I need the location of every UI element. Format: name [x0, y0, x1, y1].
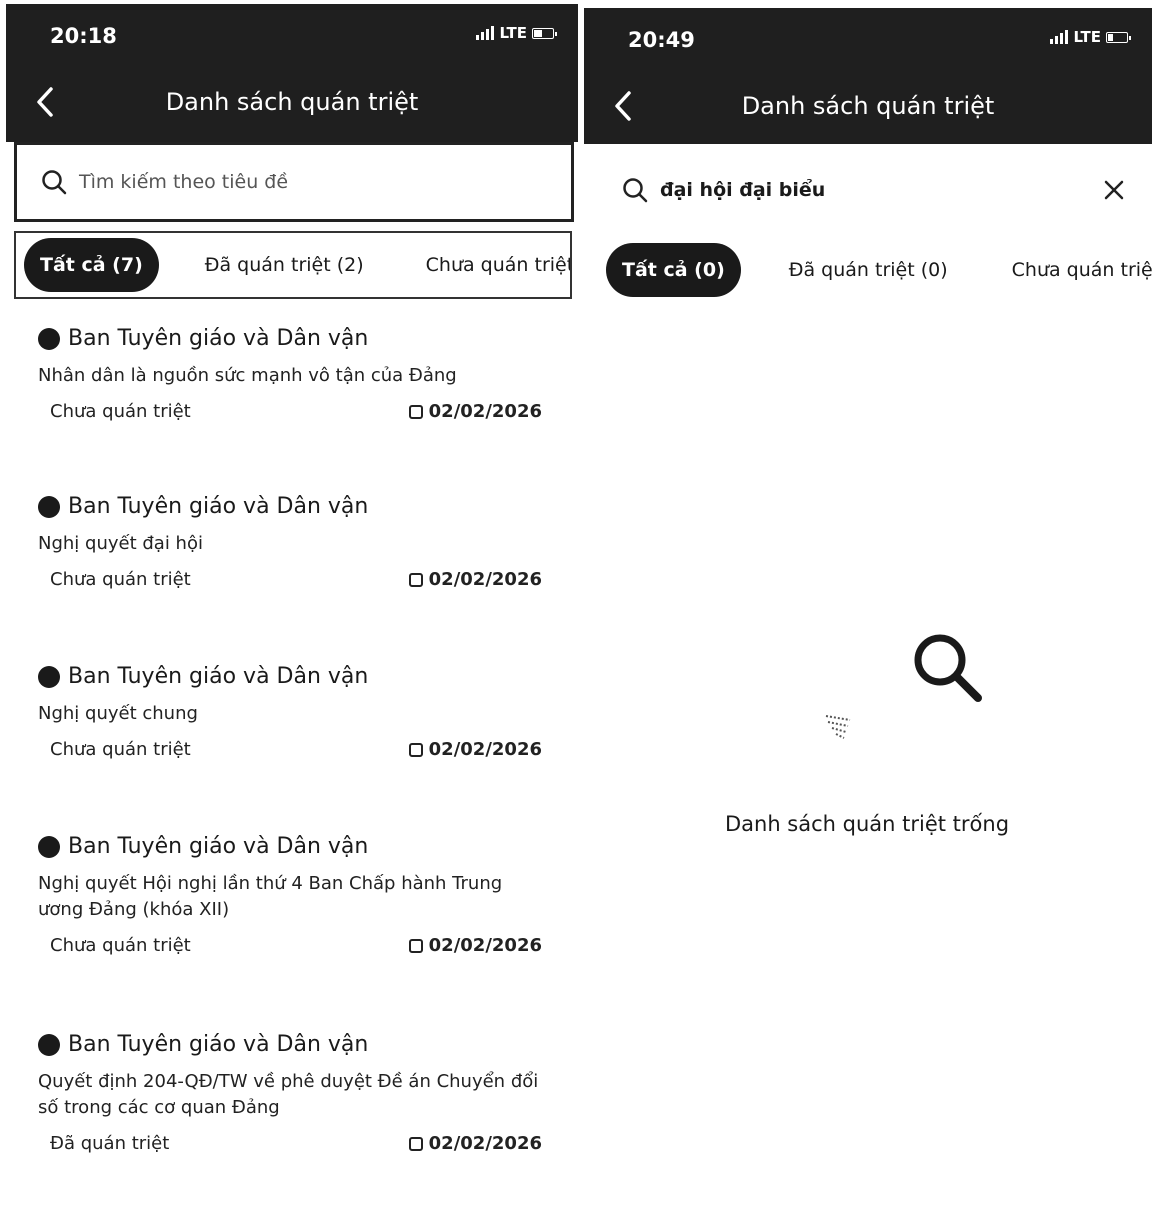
org-icon [38, 1033, 60, 1056]
search-value: đại hội đại biểu [660, 179, 826, 201]
item-title: Nghị quyết đại hội [38, 533, 203, 554]
tab-done[interactable]: Đã quán triệt (2) [189, 238, 380, 292]
status-time: 20:18 [50, 24, 117, 48]
page-title: Danh sách quán triệt [741, 92, 995, 120]
item-org: Ban Tuyên giáo và Dân vận [38, 664, 542, 689]
search-input[interactable]: đại hội đại biểu [596, 150, 1142, 230]
item-title: Nhân dân là nguồn sức mạnh vô tận của Đả… [38, 365, 457, 386]
empty-message: Danh sách quán triệt trống [724, 812, 1010, 836]
right-screen: 20:49 LTE Danh sách quán triệt đại hội đ… [582, 0, 1152, 1206]
item-date: 02/02/2026 [408, 739, 542, 760]
tab-all[interactable]: Tất cả (0) [606, 243, 741, 297]
item-status: Chưa quán triệt [50, 935, 191, 956]
signal-icon [476, 26, 495, 40]
item-status: Chưa quán triệt [50, 569, 191, 590]
left-screen: 20:18 LTE Danh sách quán triệt Tìm kiếm … [0, 0, 578, 1206]
list-item[interactable]: Ban Tuyên giáo và Dân vận Nghị quyết đại… [38, 494, 542, 664]
network-label: LTE [1073, 28, 1101, 46]
item-org-label: Ban Tuyên giáo và Dân vận [68, 834, 369, 859]
filter-tabs: Tất cả (0) Đã quán triệt (0) Chưa quán t… [606, 236, 1152, 304]
item-title: Nghị quyết Hội nghị lần thứ 4 Ban Chấp h… [38, 873, 503, 920]
search-input[interactable]: Tìm kiếm theo tiêu đề [14, 142, 574, 222]
item-status: Đã quán triệt [50, 1133, 170, 1154]
item-meta: Chưa quán triệt 02/02/2026 [38, 569, 542, 590]
item-date: 02/02/2026 [408, 401, 542, 422]
calendar-icon [408, 938, 423, 953]
org-icon [38, 327, 60, 350]
tab-done[interactable]: Đã quán triệt (0) [773, 243, 964, 297]
status-icons: LTE [1050, 28, 1131, 46]
tab-pending[interactable]: Chưa quán triệt [410, 238, 570, 292]
item-date-value: 02/02/2026 [428, 1133, 542, 1154]
org-icon [38, 495, 60, 518]
item-org: Ban Tuyên giáo và Dân vận [38, 494, 542, 519]
item-meta: Chưa quán triệt 02/02/2026 [38, 935, 542, 956]
page-title: Danh sách quán triệt [165, 88, 419, 116]
item-org: Ban Tuyên giáo và Dân vận [38, 326, 542, 351]
item-date-value: 02/02/2026 [428, 739, 542, 760]
list-item[interactable]: Ban Tuyên giáo và Dân vận Quyết định 204… [38, 1032, 542, 1206]
item-date: 02/02/2026 [408, 569, 542, 590]
app-header: 20:18 LTE Danh sách quán triệt [6, 4, 578, 142]
search-icon [42, 170, 67, 195]
calendar-icon [408, 742, 423, 757]
item-date: 02/02/2026 [408, 1133, 542, 1154]
status-time: 20:49 [628, 28, 695, 52]
item-title: Quyết định 204-QĐ/TW về phê duyệt Đề án … [38, 1071, 539, 1118]
item-meta: Đã quán triệt 02/02/2026 [38, 1133, 542, 1154]
item-meta: Chưa quán triệt 02/02/2026 [38, 739, 542, 760]
org-icon [38, 835, 60, 858]
tab-all[interactable]: Tất cả (7) [24, 238, 159, 292]
item-org-label: Ban Tuyên giáo và Dân vận [68, 664, 369, 689]
search-icon [623, 178, 648, 203]
item-org: Ban Tuyên giáo và Dân vận [38, 1032, 542, 1057]
status-icons: LTE [476, 24, 557, 42]
item-meta: Chưa quán triệt 02/02/2026 [38, 401, 542, 422]
list-item[interactable]: Ban Tuyên giáo và Dân vận Nghị quyết chu… [38, 664, 542, 834]
item-status: Chưa quán triệt [50, 739, 191, 760]
search-icon [914, 634, 982, 702]
document-list: Ban Tuyên giáo và Dân vận Nhân dân là ng… [38, 326, 542, 1206]
item-org-label: Ban Tuyên giáo và Dân vận [68, 326, 369, 351]
item-date-value: 02/02/2026 [428, 569, 542, 590]
item-org-label: Ban Tuyên giáo và Dân vận [68, 494, 369, 519]
item-date-value: 02/02/2026 [428, 935, 542, 956]
close-icon[interactable] [1102, 178, 1126, 202]
network-label: LTE [499, 24, 527, 42]
sparkle-icon [825, 715, 851, 739]
tab-pending[interactable]: Chưa quán triệt [996, 243, 1152, 297]
search-placeholder: Tìm kiếm theo tiêu đề [79, 171, 289, 193]
battery-icon [532, 27, 557, 39]
item-org-label: Ban Tuyên giáo và Dân vận [68, 1032, 369, 1057]
list-item[interactable]: Ban Tuyên giáo và Dân vận Nhân dân là ng… [38, 326, 542, 494]
calendar-icon [408, 572, 423, 587]
calendar-icon [408, 404, 423, 419]
org-icon [38, 665, 60, 688]
battery-icon [1106, 31, 1131, 43]
signal-icon [1050, 30, 1069, 44]
item-date: 02/02/2026 [408, 935, 542, 956]
item-org: Ban Tuyên giáo và Dân vận [38, 834, 542, 859]
filter-tabs: Tất cả (7) Đã quán triệt (2) Chưa quán t… [14, 231, 572, 299]
item-date-value: 02/02/2026 [428, 401, 542, 422]
item-title: Nghị quyết chung [38, 703, 198, 724]
app-header: 20:49 LTE Danh sách quán triệt [584, 8, 1152, 144]
list-item[interactable]: Ban Tuyên giáo và Dân vận Nghị quyết Hội… [38, 834, 542, 1032]
calendar-icon [408, 1136, 423, 1151]
item-status: Chưa quán triệt [50, 401, 191, 422]
